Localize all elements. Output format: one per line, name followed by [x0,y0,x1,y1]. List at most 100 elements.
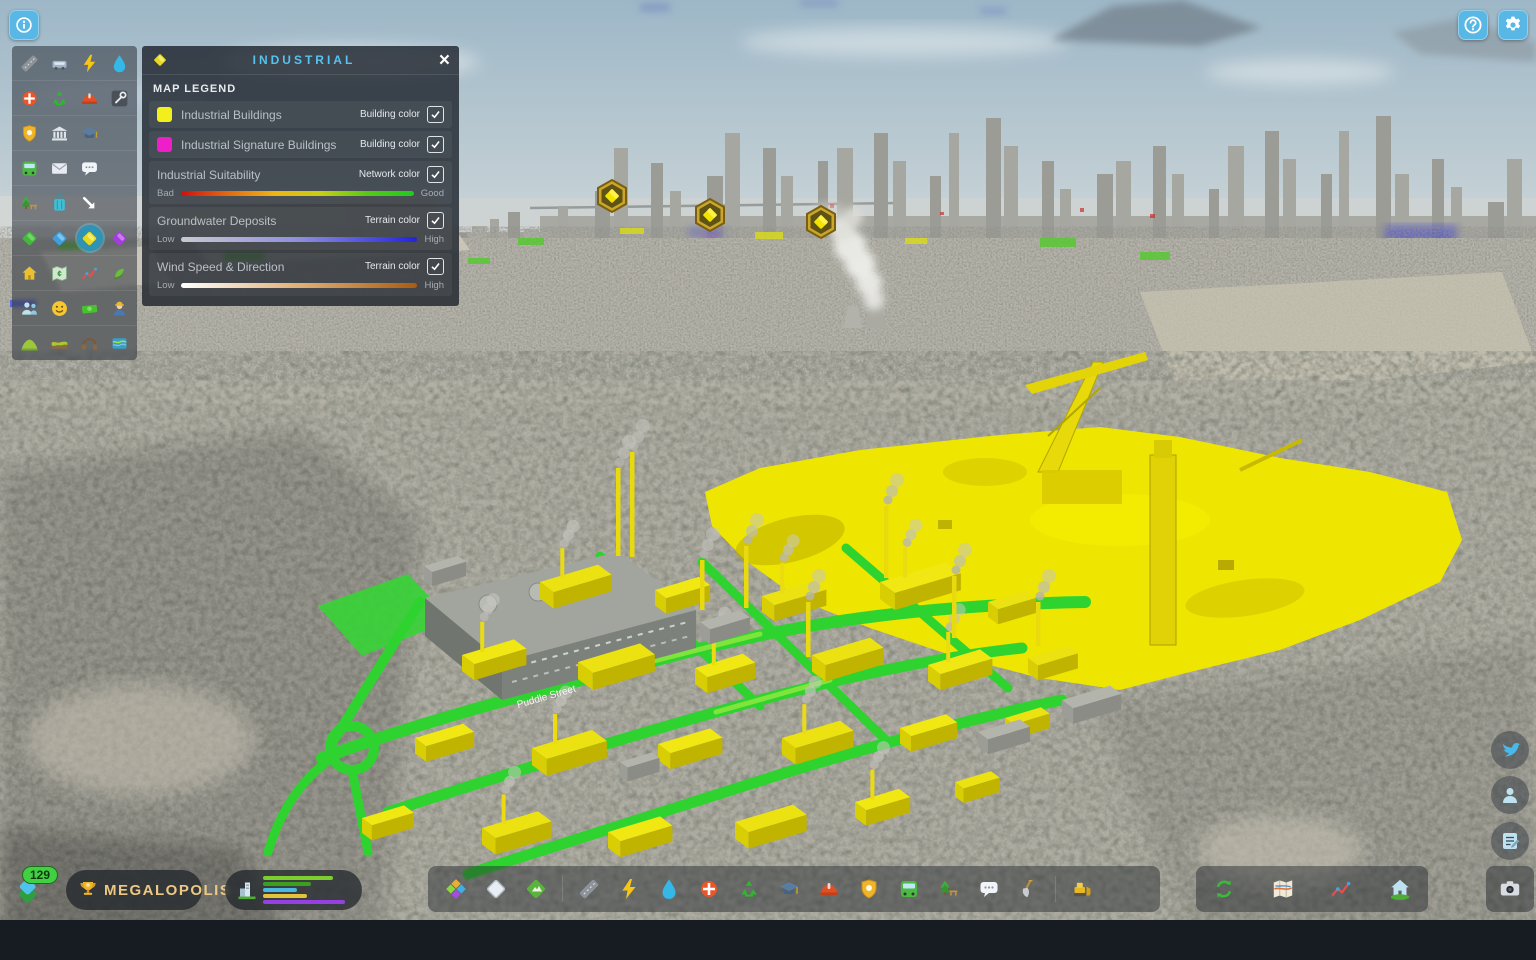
infoview-mail-button[interactable] [46,155,72,181]
infoview-panel: ¢ [12,46,137,360]
legend-row-mode: Building color [360,139,420,150]
infoview-map-tiles-button[interactable]: ¢ [46,260,72,286]
infoview-zones-industrial-button[interactable] [77,225,103,251]
legend-title: INDUSTRIAL [169,53,439,67]
infoview-row-8 [12,291,137,326]
toolbar-water-sewage-button[interactable] [656,876,682,902]
info-button[interactable] [9,10,39,40]
milestone-title-pill[interactable]: MEGALOPOLIS [66,870,202,910]
infoview-routes-button[interactable] [77,190,103,216]
legend-section-label: MAP LEGEND [142,75,459,101]
citizens-button[interactable] [1491,776,1529,814]
infoview-healthcare-button[interactable] [16,85,42,111]
infoview-parks-recreation-button[interactable] [16,190,42,216]
infoview-row-9 [12,326,137,360]
infoview-happiness-button[interactable] [46,295,72,321]
trophy-icon [76,878,100,902]
photo-mode-button[interactable] [1497,876,1523,902]
help-button[interactable] [1458,10,1488,40]
legend-checkbox[interactable] [427,106,444,123]
help-icon [1462,14,1484,36]
gear-icon [1502,14,1524,36]
toolbar-signature-areas-button[interactable] [483,876,509,902]
infoview-communications-button[interactable] [77,155,103,181]
toolbar-parks-recreation-button[interactable] [936,876,962,902]
infoview-garbage-button[interactable] [46,85,72,111]
toolbar-roads-button[interactable] [576,876,602,902]
milestone-badge[interactable]: 129 [22,866,58,884]
toolbar-transportation-button[interactable] [896,876,922,902]
legend-high-label: Good [421,188,444,199]
infoview-land-value-button[interactable] [16,260,42,286]
infoview-transportation-button[interactable] [16,155,42,181]
infoview-police-button[interactable] [16,120,42,146]
legend-row-label: Industrial Suitability [157,168,359,182]
infoview-water-pollution-button[interactable] [107,330,133,356]
settings-button[interactable] [1498,10,1528,40]
chirper-button[interactable] [1491,731,1529,769]
infoview-statistics-button[interactable] [77,260,103,286]
toolbar-fire-rescue-button[interactable] [816,876,842,902]
toolbar-police-button[interactable] [856,876,882,902]
toolbar-bulldozer-button[interactable] [1069,876,1095,902]
industrial-map-marker-2[interactable] [692,197,728,233]
infoview-zones-residential-button[interactable] [16,225,42,251]
legend-checkbox[interactable] [427,258,444,275]
close-icon[interactable]: × [439,51,450,70]
infoview-water-button[interactable] [107,50,133,76]
infoview-row-6 [12,221,137,256]
toolbar-communications-button[interactable] [976,876,1002,902]
toolbar-electricity-button[interactable] [616,876,642,902]
infoview-fire-rescue-button[interactable] [77,85,103,111]
infoview-zones-commercial-button[interactable] [46,225,72,251]
demand-pill[interactable] [225,870,362,910]
toolbar-city-map-button[interactable] [1270,876,1296,902]
infoview-vehicles-button[interactable] [46,50,72,76]
infoview-row-4 [12,151,137,186]
industrial-map-marker-1[interactable] [594,178,630,214]
legend-high-label: High [424,234,444,245]
toolbar-garbage-button[interactable] [736,876,762,902]
legend-checkbox[interactable] [427,212,444,229]
toolbar-statistics-button[interactable] [1328,876,1354,902]
legend-row-3: Industrial SuitabilityNetwork colorBadGo… [149,161,452,204]
infoview-maintenance-button[interactable] [107,85,133,111]
legend-row-mode: Terrain color [365,215,420,226]
toolbar-divider [1055,876,1056,902]
infoview-administration-button[interactable] [46,120,72,146]
legend-row-label: Industrial Signature Buildings [181,138,360,152]
toolbar-education-button[interactable] [776,876,802,902]
toolbar-economy-button[interactable] [1211,876,1237,902]
infoview-terrain-button[interactable] [16,330,42,356]
infoview-ground-pollution-button[interactable] [46,330,72,356]
infoview-noise-pollution-button[interactable] [77,330,103,356]
legend-row-mode: Terrain color [365,261,420,272]
legend-row-4: Groundwater DepositsTerrain colorLowHigh [149,207,452,250]
infoview-education-button[interactable] [77,120,103,146]
infoview-population-button[interactable] [16,295,42,321]
journal-icon [1498,829,1522,853]
legend-checkbox[interactable] [427,166,444,183]
toolbar-landscaping-button[interactable] [523,876,549,902]
legend-rows: Industrial BuildingsBuilding colorIndust… [142,101,459,296]
infoview-natural-resources-button[interactable] [107,260,133,286]
toolbar-terraforming-button[interactable] [1016,876,1042,902]
infoview-roads-button[interactable] [16,50,42,76]
toolbar-healthcare-button[interactable] [696,876,722,902]
infoview-electricity-button[interactable] [77,50,103,76]
toolbar-info-home-button[interactable] [1387,876,1413,902]
camera-toolbar [1486,866,1534,912]
infoview-row-1 [12,46,137,81]
infoview-workplaces-button[interactable] [107,295,133,321]
infoview-zones-office-button[interactable] [107,225,133,251]
infoview-money-button[interactable] [77,295,103,321]
demand-building-icon [235,878,259,902]
legend-low-label: Low [157,280,174,291]
toolbar-zoning-button[interactable] [443,876,469,902]
journal-button[interactable] [1491,822,1529,860]
legend-checkbox[interactable] [427,136,444,153]
industrial-map-marker-3[interactable] [803,204,839,240]
info-icon [14,15,34,35]
legend-row-mode: Building color [360,109,420,120]
infoview-tourism-button[interactable] [46,190,72,216]
